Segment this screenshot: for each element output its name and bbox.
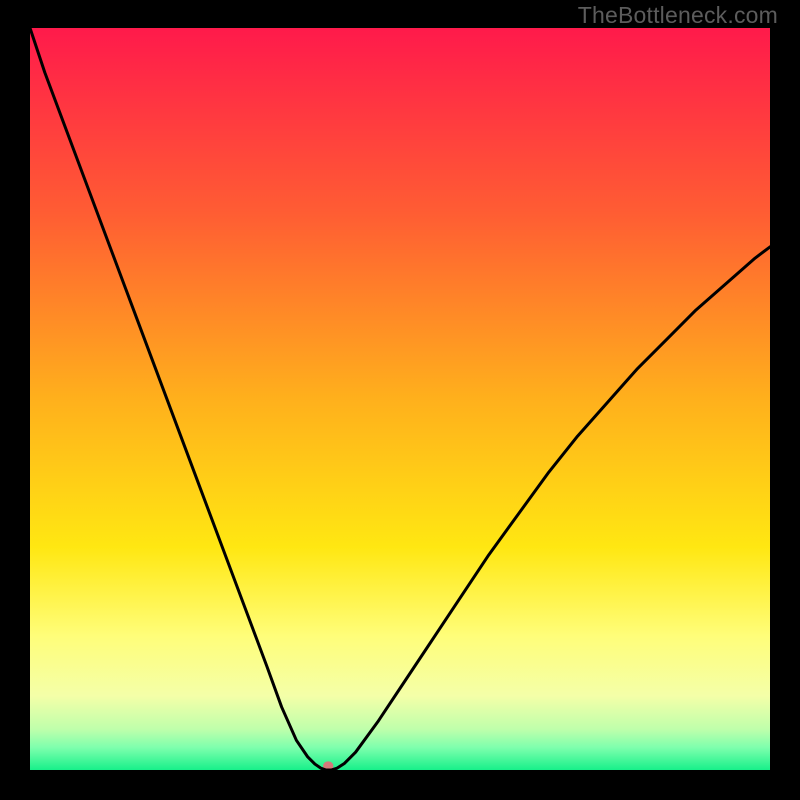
plot-background: [30, 28, 770, 770]
watermark-label: TheBottleneck.com: [578, 2, 778, 29]
chart-stage: TheBottleneck.com: [0, 0, 800, 800]
bottleneck-chart: [0, 0, 800, 800]
